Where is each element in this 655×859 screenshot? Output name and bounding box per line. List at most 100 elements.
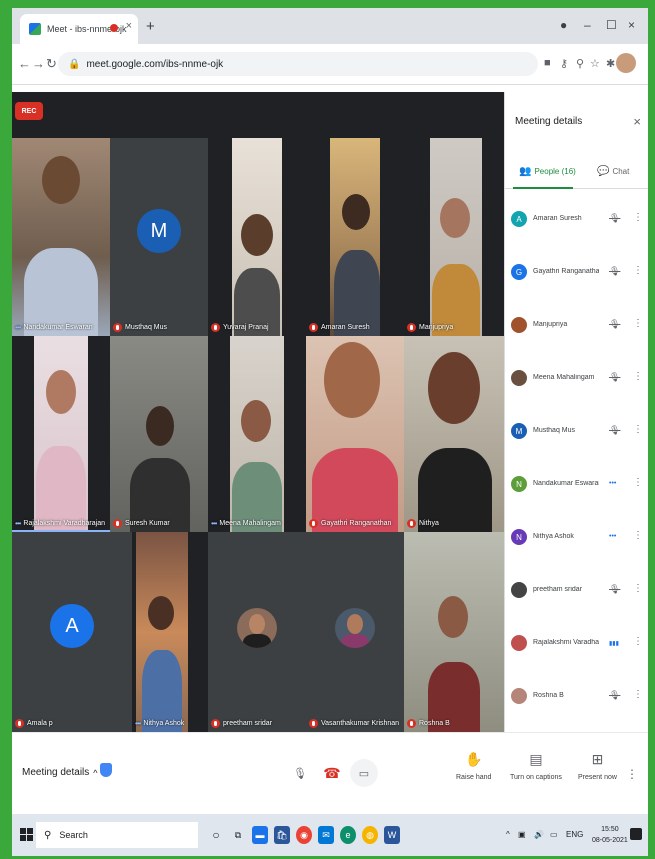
video-tile-amaran[interactable]: Amaran Suresh xyxy=(306,138,404,336)
more-options-icon[interactable]: ⋮ xyxy=(633,530,643,541)
raise-hand-button[interactable]: ✋ Raise hand xyxy=(456,751,491,781)
participant-name: Roshna B xyxy=(533,692,564,699)
more-options-icon[interactable]: ⋮ xyxy=(633,477,643,488)
mic-off-icon[interactable]: 🎙 xyxy=(609,372,620,383)
browser-tab-meet[interactable]: Meet - ibs-nnme-ojk × xyxy=(20,14,138,44)
camera-button[interactable]: ▭ xyxy=(350,759,378,787)
video-tile-nithya[interactable]: Nithya xyxy=(404,336,504,532)
participant-name: Nithya Ashok xyxy=(533,533,574,540)
video-tile-nithya-ashok[interactable]: ••• Nithya Ashok xyxy=(132,532,208,732)
extensions-puzzle-icon[interactable]: ✱ xyxy=(606,57,615,70)
video-tile-nandakumar[interactable]: ••• Nandakumar Eswaran xyxy=(12,138,110,336)
leave-call-button[interactable]: ☎ xyxy=(318,759,346,787)
tab-chat[interactable]: 💬 Chat xyxy=(597,166,629,177)
volume-icon[interactable]: 🔊 xyxy=(534,830,544,839)
participant-row[interactable]: N Nithya Ashok ••• ⋮ xyxy=(505,516,648,569)
mic-off-icon[interactable]: 🎙 xyxy=(609,690,620,701)
panel-title: Meeting details xyxy=(515,116,583,127)
video-tile-rajalakshmi[interactable]: ••• Rajalakshmi Varadharajan xyxy=(12,336,110,532)
video-tile-meena[interactable]: ••• Meena Mahalingam xyxy=(208,336,306,532)
more-options-icon[interactable]: ⋮ xyxy=(633,212,643,223)
profile-avatar[interactable] xyxy=(616,53,636,73)
mic-off-icon xyxy=(211,719,220,728)
video-tile-suresh[interactable]: Suresh Kumar xyxy=(110,336,208,532)
tile-name-label: Gayathri Ranganathan xyxy=(309,519,391,528)
tray-chevron-icon[interactable]: ^ xyxy=(506,830,510,839)
more-options-icon[interactable]: ⋮ xyxy=(626,767,638,781)
maximize-button[interactable]: ☐ xyxy=(606,18,617,32)
zoom-icon[interactable]: ⚲ xyxy=(576,57,584,70)
video-tile-gayathri[interactable]: Gayathri Ranganathan xyxy=(306,336,404,532)
video-tile-amala[interactable]: A Amala p xyxy=(12,532,132,732)
present-now-button[interactable]: ⊞ Present now xyxy=(578,751,617,781)
participant-row[interactable]: Rajalakshmi Varadharajan ▮▮▮ ⋮ xyxy=(505,622,648,675)
participant-row[interactable]: G Gayathri Ranganathan 🎙 ⋮ xyxy=(505,251,648,304)
reload-icon[interactable]: ↻ xyxy=(46,56,57,72)
video-tile-musthaq[interactable]: M Musthaq Mus xyxy=(110,138,208,336)
mic-off-icon[interactable]: 🎙 xyxy=(609,584,620,595)
participant-name: Meena Mahalingam xyxy=(533,374,595,381)
meeting-video-grid: REC ••• Nandakumar Eswaran M Musthaq Mus … xyxy=(12,92,504,732)
window-close-button[interactable]: × xyxy=(628,18,635,32)
video-tile-roshna[interactable]: Roshna B xyxy=(404,532,504,732)
participant-head xyxy=(42,156,80,204)
video-tile-vasanthakumar[interactable]: Vasanthakumar Krishnan xyxy=(306,532,404,732)
more-options-icon[interactable]: ⋮ xyxy=(633,371,643,382)
address-bar[interactable]: 🔒 meet.google.com/ibs-nnme-ojk xyxy=(58,52,538,76)
key-icon[interactable]: ⚷ xyxy=(560,57,568,70)
mic-off-icon[interactable]: 🎙 xyxy=(609,319,620,330)
mic-off-icon[interactable]: 🎙 xyxy=(609,213,620,224)
edge-icon[interactable]: e xyxy=(340,826,356,844)
talking-dots-icon[interactable]: ••• xyxy=(609,480,616,487)
task-view-icon[interactable]: ⧉ xyxy=(230,826,246,844)
video-tile-yuvaraj[interactable]: Yuvaraj Pranaj xyxy=(208,138,306,336)
mic-off-icon[interactable]: 🎙 xyxy=(609,425,620,436)
minimize-button[interactable]: – xyxy=(584,18,591,32)
extension-icon[interactable]: ● xyxy=(560,18,567,32)
participant-row[interactable]: Manjupriya 🎙 ⋮ xyxy=(505,304,648,357)
more-options-icon[interactable]: ⋮ xyxy=(633,689,643,700)
talking-dots-icon[interactable]: ••• xyxy=(609,533,616,540)
cortana-icon[interactable]: ○ xyxy=(208,826,224,844)
meeting-details-button[interactable]: Meeting details ^ xyxy=(22,767,98,778)
network-icon[interactable]: ▣ xyxy=(518,830,526,839)
panel-close-button[interactable]: × xyxy=(633,114,641,129)
participant-row[interactable]: preetham sridar 🎙 ⋮ xyxy=(505,569,648,622)
forward-arrow-icon[interactable]: → xyxy=(32,56,45,71)
windows-start-icon[interactable] xyxy=(20,828,33,841)
more-options-icon[interactable]: ⋮ xyxy=(633,318,643,329)
battery-icon[interactable]: ▭ xyxy=(550,830,558,839)
participant-row[interactable]: M Musthaq Mus 🎙 ⋮ xyxy=(505,410,648,463)
shield-icon[interactable] xyxy=(100,763,112,777)
bookmark-star-icon[interactable]: ☆ xyxy=(590,57,600,70)
mail-icon[interactable]: ✉ xyxy=(318,826,334,844)
participant-row[interactable]: A Amaran Suresh 🎙 ⋮ xyxy=(505,198,648,251)
language-indicator[interactable]: ENG xyxy=(566,830,583,839)
file-explorer-icon[interactable]: ▬ xyxy=(252,826,268,844)
camera-in-use-icon[interactable]: ■ xyxy=(544,57,551,69)
participant-row[interactable]: N Nandakumar Eswaran ••• ⋮ xyxy=(505,463,648,516)
captions-button[interactable]: ▤ Turn on captions xyxy=(510,751,562,781)
video-tile-manjupriya[interactable]: Manjupriya xyxy=(404,138,504,336)
store-icon[interactable]: 🛍 xyxy=(274,826,290,844)
more-options-icon[interactable]: ⋮ xyxy=(633,424,643,435)
notification-icon[interactable] xyxy=(630,828,642,840)
chrome-icon[interactable]: ◉ xyxy=(296,826,312,844)
tab-close-icon[interactable]: × xyxy=(126,20,132,32)
more-options-icon[interactable]: ⋮ xyxy=(633,636,643,647)
participant-row[interactable]: Meena Mahalingam 🎙 ⋮ xyxy=(505,357,648,410)
taskbar-clock[interactable]: 15:50 08-05-2021 xyxy=(592,824,628,846)
microphone-button[interactable]: 🎙 xyxy=(286,759,314,787)
speaking-icon[interactable]: ▮▮▮ xyxy=(609,640,619,647)
word-icon[interactable]: W xyxy=(384,826,400,844)
participant-row[interactable]: Roshna B 🎙 ⋮ xyxy=(505,675,648,728)
app-icon[interactable]: ◍ xyxy=(362,826,378,844)
more-options-icon[interactable]: ⋮ xyxy=(633,265,643,276)
taskbar-search[interactable]: ⚲ Search xyxy=(36,822,198,848)
tab-people[interactable]: 👥 People (16) xyxy=(519,166,576,177)
more-options-icon[interactable]: ⋮ xyxy=(633,583,643,594)
new-tab-button[interactable]: + xyxy=(146,18,155,35)
video-tile-preetham[interactable]: preetham sridar xyxy=(208,532,306,732)
back-arrow-icon[interactable]: ← xyxy=(18,56,31,71)
mic-off-icon[interactable]: 🎙 xyxy=(609,266,620,277)
